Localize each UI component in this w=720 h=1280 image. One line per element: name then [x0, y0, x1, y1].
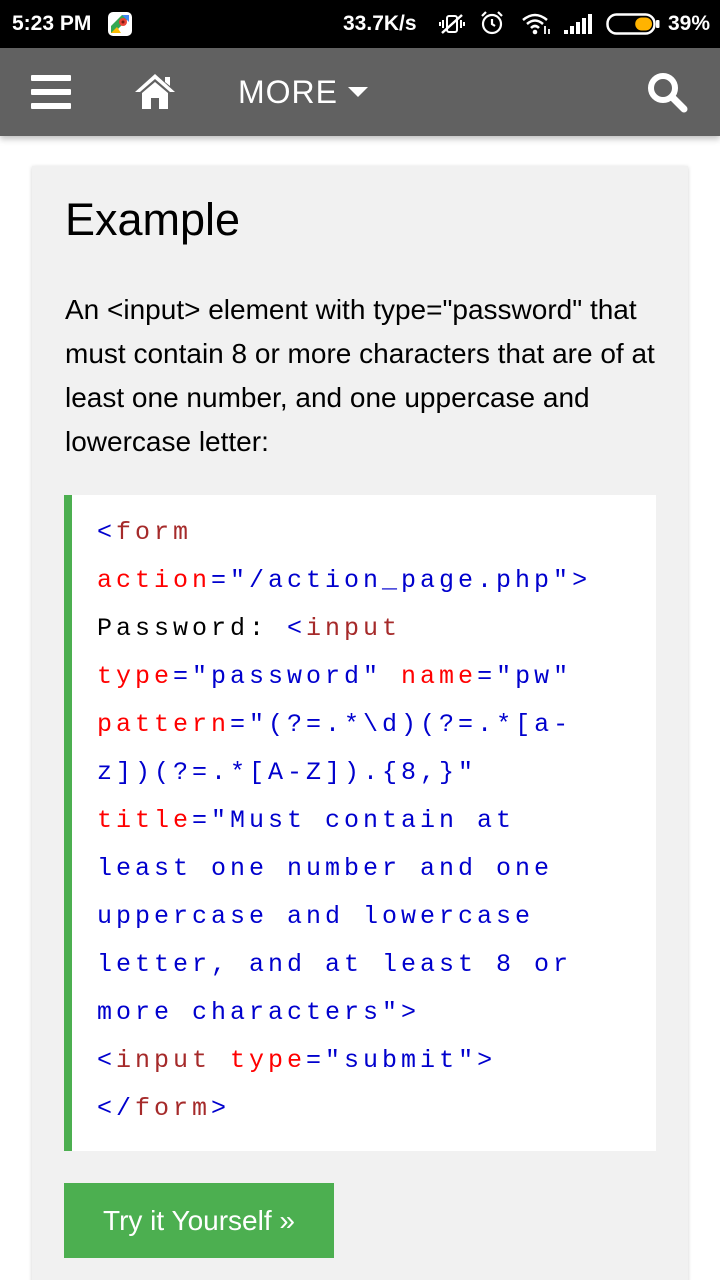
- code-line: Password: <input: [97, 605, 646, 653]
- code-token: >: [401, 998, 421, 1027]
- code-token: action: [97, 566, 212, 595]
- caret-down-icon: [348, 87, 368, 97]
- code-token: ="Must contain at: [192, 806, 516, 835]
- code-line: action="/action_page.php">: [97, 557, 646, 605]
- code-token: ="/action_page.php": [211, 566, 573, 595]
- code-token: ="(?=.*\d)(?=.*[a-: [230, 710, 573, 739]
- status-bar: 5:23 PM 33.7K/s 39%: [0, 0, 720, 48]
- code-token: more characters": [97, 998, 402, 1027]
- code-line: pattern="(?=.*\d)(?=.*[a-: [97, 701, 646, 749]
- network-speed: 33.7K/s: [343, 12, 417, 35]
- code-token: form: [116, 518, 193, 547]
- maps-icon: [108, 12, 132, 36]
- code-line: </form>: [97, 1085, 646, 1133]
- code-token: input: [116, 1046, 231, 1075]
- code-line: letter, and at least 8 or: [97, 941, 646, 989]
- code-token: ="password": [173, 662, 402, 691]
- code-token: least one number and one: [97, 854, 554, 883]
- wifi-icon: [521, 12, 551, 36]
- code-token: <: [97, 1046, 117, 1075]
- menu-icon[interactable]: [31, 75, 71, 109]
- code-token: <: [287, 614, 307, 643]
- code-token: >: [572, 566, 592, 595]
- signal-icon: [562, 12, 594, 36]
- alarm-icon: [479, 10, 505, 36]
- code-token: >: [477, 1046, 497, 1075]
- search-icon[interactable]: [645, 70, 689, 114]
- code-example: <form action="/action_page.php"> Password:…: [64, 495, 656, 1151]
- code-token: uppercase and lowercase: [97, 902, 535, 931]
- code-token: title: [97, 806, 193, 835]
- code-line: type="password" name="pw": [97, 653, 646, 701]
- example-card: Example An <input> element with type="pa…: [32, 166, 688, 1280]
- code-token: z])(?=.*[A-Z]).{8,}": [97, 758, 478, 787]
- code-line: least one number and one: [97, 845, 646, 893]
- battery-icon: [606, 13, 661, 35]
- code-line: <form: [97, 509, 646, 557]
- more-label: MORE: [238, 73, 338, 110]
- code-line: <input type="submit">: [97, 1037, 646, 1085]
- code-token: ="submit": [306, 1046, 478, 1075]
- code-token: name: [401, 662, 478, 691]
- code-token: letter, and at least 8 or: [97, 950, 573, 979]
- code-line: z])(?=.*[A-Z]).{8,}": [97, 749, 646, 797]
- code-token: >: [211, 1094, 231, 1123]
- status-time: 5:23 PM: [12, 12, 92, 35]
- battery-percent: 39%: [668, 12, 711, 35]
- code-token: pattern: [97, 710, 231, 739]
- code-line: more characters">: [97, 989, 646, 1037]
- code-token: </: [97, 1094, 136, 1123]
- code-token: Password:: [97, 614, 288, 643]
- code-token: input: [306, 614, 402, 643]
- code-token: type: [97, 662, 174, 691]
- code-token: form: [135, 1094, 212, 1123]
- code-token: type: [230, 1046, 307, 1075]
- example-title: Example: [65, 194, 241, 245]
- more-menu-button[interactable]: MORE: [238, 72, 368, 112]
- home-icon[interactable]: [133, 71, 177, 111]
- top-navbar: MORE: [0, 48, 720, 136]
- code-line: uppercase and lowercase: [97, 893, 646, 941]
- code-token: <: [97, 518, 117, 547]
- code-token: ="pw": [477, 662, 573, 691]
- example-description: An <input> element with type="password" …: [65, 294, 655, 457]
- code-line: title="Must contain at: [97, 797, 646, 845]
- vibrate-mute-icon: [438, 12, 466, 36]
- try-it-yourself-button[interactable]: Try it Yourself »: [64, 1183, 334, 1258]
